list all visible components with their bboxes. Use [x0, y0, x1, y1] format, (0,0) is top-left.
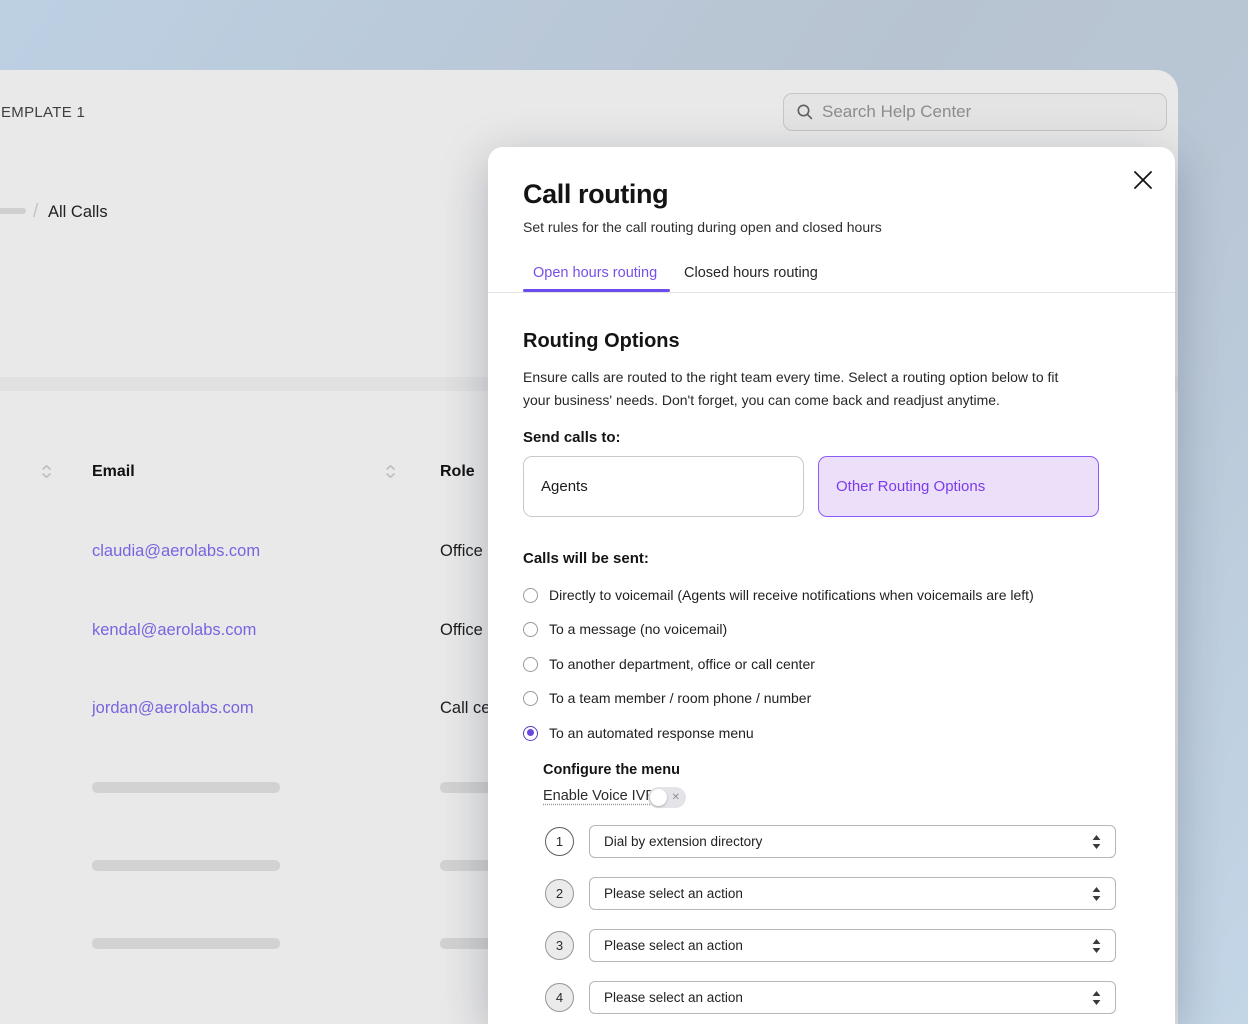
select-arrows-icon: [1092, 887, 1101, 901]
table-row-role: Office: [440, 621, 483, 640]
table-row-role: Call ce: [440, 699, 490, 718]
toggle-knob: [650, 789, 667, 806]
template-label: EMPLATE 1: [1, 104, 85, 121]
tab-closed-hours-routing[interactable]: Closed hours routing: [684, 265, 818, 281]
table-row-email[interactable]: jordan@aerolabs.com: [92, 699, 254, 718]
radio-option[interactable]: Directly to voicemail (Agents will recei…: [523, 587, 1034, 603]
breadcrumb[interactable]: All Calls: [48, 203, 108, 222]
radio-label: To another department, office or call ce…: [549, 656, 815, 672]
radio-checked-icon[interactable]: [523, 726, 538, 741]
radio-label: To an automated response menu: [549, 725, 754, 741]
tab-open-hours-routing[interactable]: Open hours routing: [533, 265, 657, 281]
step-number-badge: 3: [545, 931, 574, 960]
radio-label: To a team member / room phone / number: [549, 690, 811, 706]
enable-voice-ivr-label: Enable Voice IVR: [543, 788, 656, 804]
skeleton-bar: [92, 938, 280, 949]
radio-label: To a message (no voicemail): [549, 621, 727, 637]
radio-icon[interactable]: [523, 622, 538, 637]
column-header-email[interactable]: Email: [92, 463, 135, 481]
step-number-badge: 4: [545, 983, 574, 1012]
select-arrows-icon: [1092, 835, 1101, 849]
select-arrows-icon: [1092, 939, 1101, 953]
table-row-email[interactable]: kendal@aerolabs.com: [92, 621, 256, 640]
skeleton-bar: [92, 860, 280, 871]
sort-icon[interactable]: [41, 464, 52, 479]
select-arrows-icon: [1092, 991, 1101, 1005]
select-value: Dial by extension directory: [604, 834, 1092, 849]
voice-ivr-toggle[interactable]: ✕: [648, 787, 686, 808]
send-calls-label: Send calls to:: [523, 429, 621, 446]
call-routing-modal: Call routing Set rules for the call rout…: [488, 147, 1175, 1024]
table-row-email[interactable]: claudia@aerolabs.com: [92, 542, 260, 561]
breadcrumb-separator: /: [33, 201, 38, 223]
select-value: Please select an action: [604, 990, 1092, 1005]
step-number-badge: 1: [545, 827, 574, 856]
radio-icon[interactable]: [523, 657, 538, 672]
option-label: Agents: [541, 478, 588, 495]
step-number-badge: 2: [545, 879, 574, 908]
step-action-select[interactable]: Please select an action: [589, 981, 1116, 1014]
routing-options-heading: Routing Options: [523, 330, 680, 353]
step-action-select[interactable]: Please select an action: [589, 877, 1116, 910]
radio-label: Directly to voicemail (Agents will recei…: [549, 587, 1034, 603]
destination-option-agents[interactable]: Agents: [523, 456, 804, 517]
active-tab-underline: [523, 289, 670, 292]
select-value: Please select an action: [604, 938, 1092, 953]
search-icon: [796, 103, 814, 121]
radio-option-selected[interactable]: To an automated response menu: [523, 725, 754, 741]
radio-option[interactable]: To a team member / room phone / number: [523, 690, 811, 706]
radio-option[interactable]: To a message (no voicemail): [523, 621, 727, 637]
help-center-search[interactable]: [783, 93, 1167, 131]
destination-option-other-routing[interactable]: Other Routing Options: [818, 456, 1099, 517]
option-label: Other Routing Options: [836, 478, 985, 495]
column-header-role[interactable]: Role: [440, 463, 475, 481]
radio-icon[interactable]: [523, 588, 538, 603]
step-action-select[interactable]: Dial by extension directory: [589, 825, 1116, 858]
modal-subtitle: Set rules for the call routing during op…: [523, 219, 882, 235]
calls-sent-label: Calls will be sent:: [523, 550, 649, 567]
modal-title: Call routing: [523, 179, 668, 210]
configure-menu-heading: Configure the menu: [543, 762, 680, 778]
routing-description-line: your business' needs. Don't forget, you …: [523, 389, 1000, 412]
search-input[interactable]: [822, 102, 1154, 122]
breadcrumb-skeleton: [0, 208, 26, 214]
sort-icon[interactable]: [385, 464, 396, 479]
skeleton-bar: [92, 782, 280, 793]
tabs-divider: [488, 292, 1175, 293]
routing-description-line: Ensure calls are routed to the right tea…: [523, 366, 1058, 389]
table-row-role: Office: [440, 542, 483, 561]
radio-icon[interactable]: [523, 691, 538, 706]
radio-option[interactable]: To another department, office or call ce…: [523, 656, 815, 672]
select-value: Please select an action: [604, 886, 1092, 901]
close-icon[interactable]: [1132, 169, 1154, 191]
toggle-off-icon: ✕: [672, 791, 680, 804]
step-action-select[interactable]: Please select an action: [589, 929, 1116, 962]
